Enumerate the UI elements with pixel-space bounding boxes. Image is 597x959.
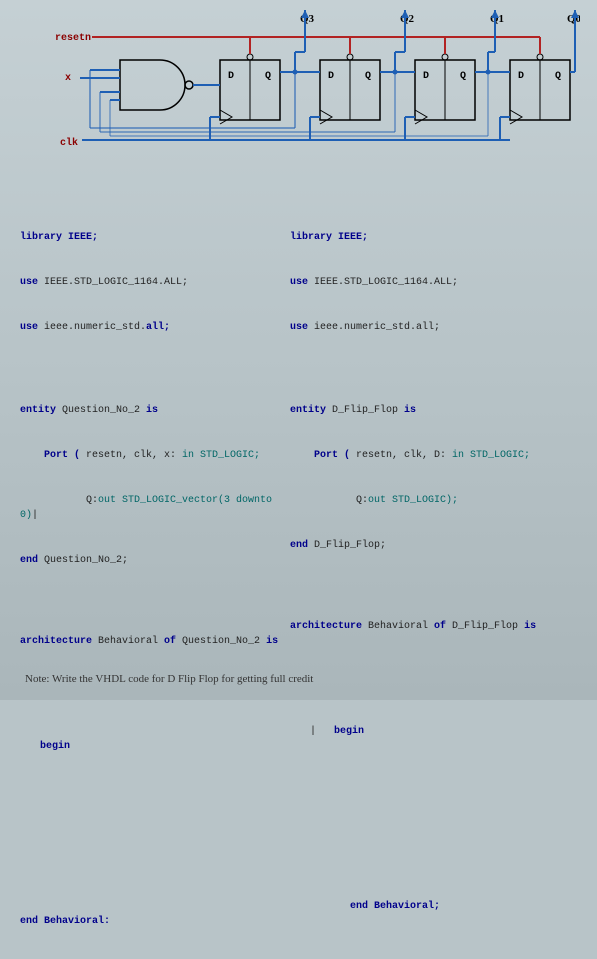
code-line: end Behavioral; [290, 899, 577, 914]
svg-text:Q: Q [460, 71, 466, 82]
code-line: Q:out STD_LOGIC_vector(3 downto 0)| [20, 493, 280, 523]
svg-text:Q: Q [265, 71, 271, 82]
code-line: end Question_No_2; [20, 553, 280, 568]
code-line: entity D_Flip_Flop is [290, 403, 577, 418]
code-line: use IEEE.STD_LOGIC_1164.ALL; [20, 275, 280, 290]
flip-flop-3: D Q [510, 54, 570, 124]
code-right-column: library IEEE; use IEEE.STD_LOGIC_1164.AL… [290, 200, 577, 959]
svg-text:Q: Q [555, 71, 561, 82]
code-line: | begin [290, 724, 577, 739]
svg-text:D: D [518, 71, 524, 82]
code-line: use ieee.numeric_std.all; [290, 320, 577, 335]
code-line: end Behavioral: [20, 914, 280, 929]
svg-text:Q: Q [365, 71, 371, 82]
code-line: Q:out STD_LOGIC); [290, 493, 577, 508]
circuit-diagram: resetn x clk Q3 Q2 Q1 Q0 [20, 10, 580, 160]
svg-text:D: D [228, 71, 234, 82]
resetn-label: resetn [55, 33, 91, 44]
code-line: architecture Behavioral of D_Flip_Flop i… [290, 619, 577, 634]
code-line: library IEEE; [20, 230, 280, 245]
code-line: entity Question_No_2 is [20, 403, 280, 418]
flip-flop-0: D Q [220, 54, 280, 124]
footer-note: Note: Write the VHDL code for D Flip Flo… [25, 673, 313, 685]
flip-flop-1: D Q [320, 54, 380, 124]
code-line: architecture Behavioral of Question_No_2… [20, 634, 280, 649]
code-line: Port ( resetn, clk, x: in STD_LOGIC; [20, 448, 280, 463]
nand-gate [80, 60, 193, 110]
code-line: use IEEE.STD_LOGIC_1164.ALL; [290, 275, 577, 290]
code-columns: library IEEE; use IEEE.STD_LOGIC_1164.AL… [20, 200, 577, 959]
x-label: x [65, 73, 71, 84]
code-line: end D_Flip_Flop; [290, 538, 577, 553]
document-page: resetn x clk Q3 Q2 Q1 Q0 [0, 0, 597, 700]
clk-label: clk [60, 137, 78, 149]
code-line: begin [20, 739, 280, 754]
flip-flop-2: D Q [415, 54, 475, 124]
svg-text:D: D [328, 71, 334, 82]
code-line: Port ( resetn, clk, D: in STD_LOGIC; [290, 448, 577, 463]
svg-text:D: D [423, 71, 429, 82]
code-line: library IEEE; [290, 230, 577, 245]
code-left-column: library IEEE; use IEEE.STD_LOGIC_1164.AL… [20, 200, 280, 959]
code-line: use ieee.numeric_std.all; [20, 320, 280, 335]
